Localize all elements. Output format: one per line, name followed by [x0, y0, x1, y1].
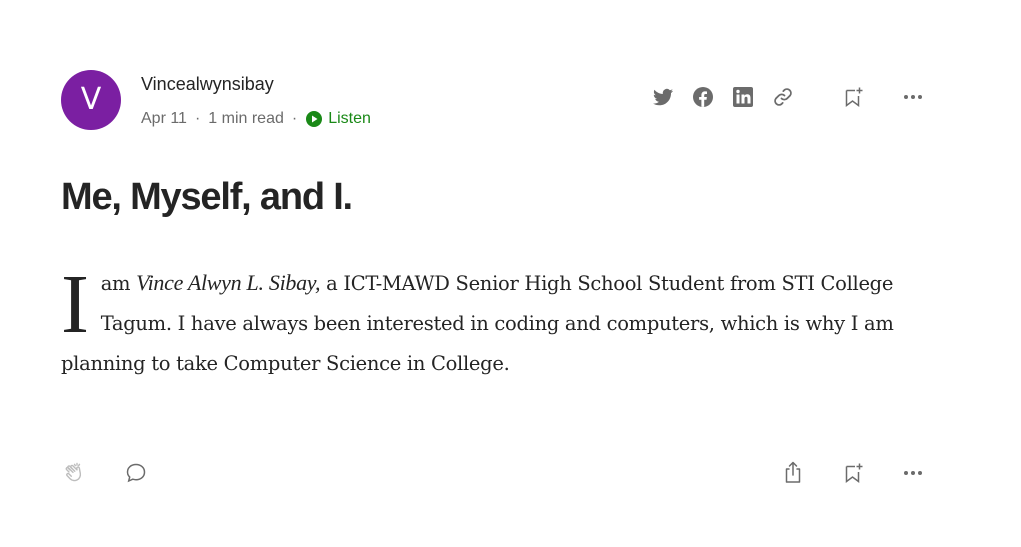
listen-label: Listen	[328, 110, 371, 127]
clap-icon[interactable]	[62, 460, 88, 486]
linkedin-icon[interactable]	[730, 84, 756, 110]
share-icon[interactable]	[780, 460, 806, 486]
listen-button[interactable]: Listen	[305, 110, 371, 128]
bookmark-add-icon[interactable]	[840, 84, 866, 110]
author-avatar[interactable]: V	[61, 70, 121, 130]
meta-separator: ·	[291, 110, 298, 127]
publish-date: Apr 11	[141, 110, 187, 127]
link-icon[interactable]	[770, 84, 796, 110]
more-icon[interactable]	[900, 460, 926, 486]
drop-cap: I	[61, 258, 89, 351]
body-text-segment: am	[100, 272, 137, 295]
article-body: I am Vince Alwyn L. Sibay, a ICT-MAWD Se…	[61, 263, 921, 384]
article-title: Me, Myself, and I.	[61, 176, 353, 218]
author-name-link[interactable]: Vincealwynsibay	[141, 74, 274, 95]
comment-icon[interactable]	[123, 460, 149, 486]
twitter-icon[interactable]	[650, 84, 676, 110]
article-meta: Apr 11 · 1 min read · Listen	[141, 110, 371, 128]
play-circle-icon	[306, 111, 323, 127]
facebook-icon[interactable]	[690, 84, 716, 110]
read-time: 1 min read	[208, 110, 284, 127]
response-toolbar	[0, 460, 1021, 488]
bookmark-add-icon[interactable]	[840, 460, 866, 486]
author-full-name: Vince Alwyn L. Sibay,	[136, 270, 321, 295]
meta-separator: ·	[194, 110, 201, 127]
more-icon[interactable]	[900, 84, 926, 110]
